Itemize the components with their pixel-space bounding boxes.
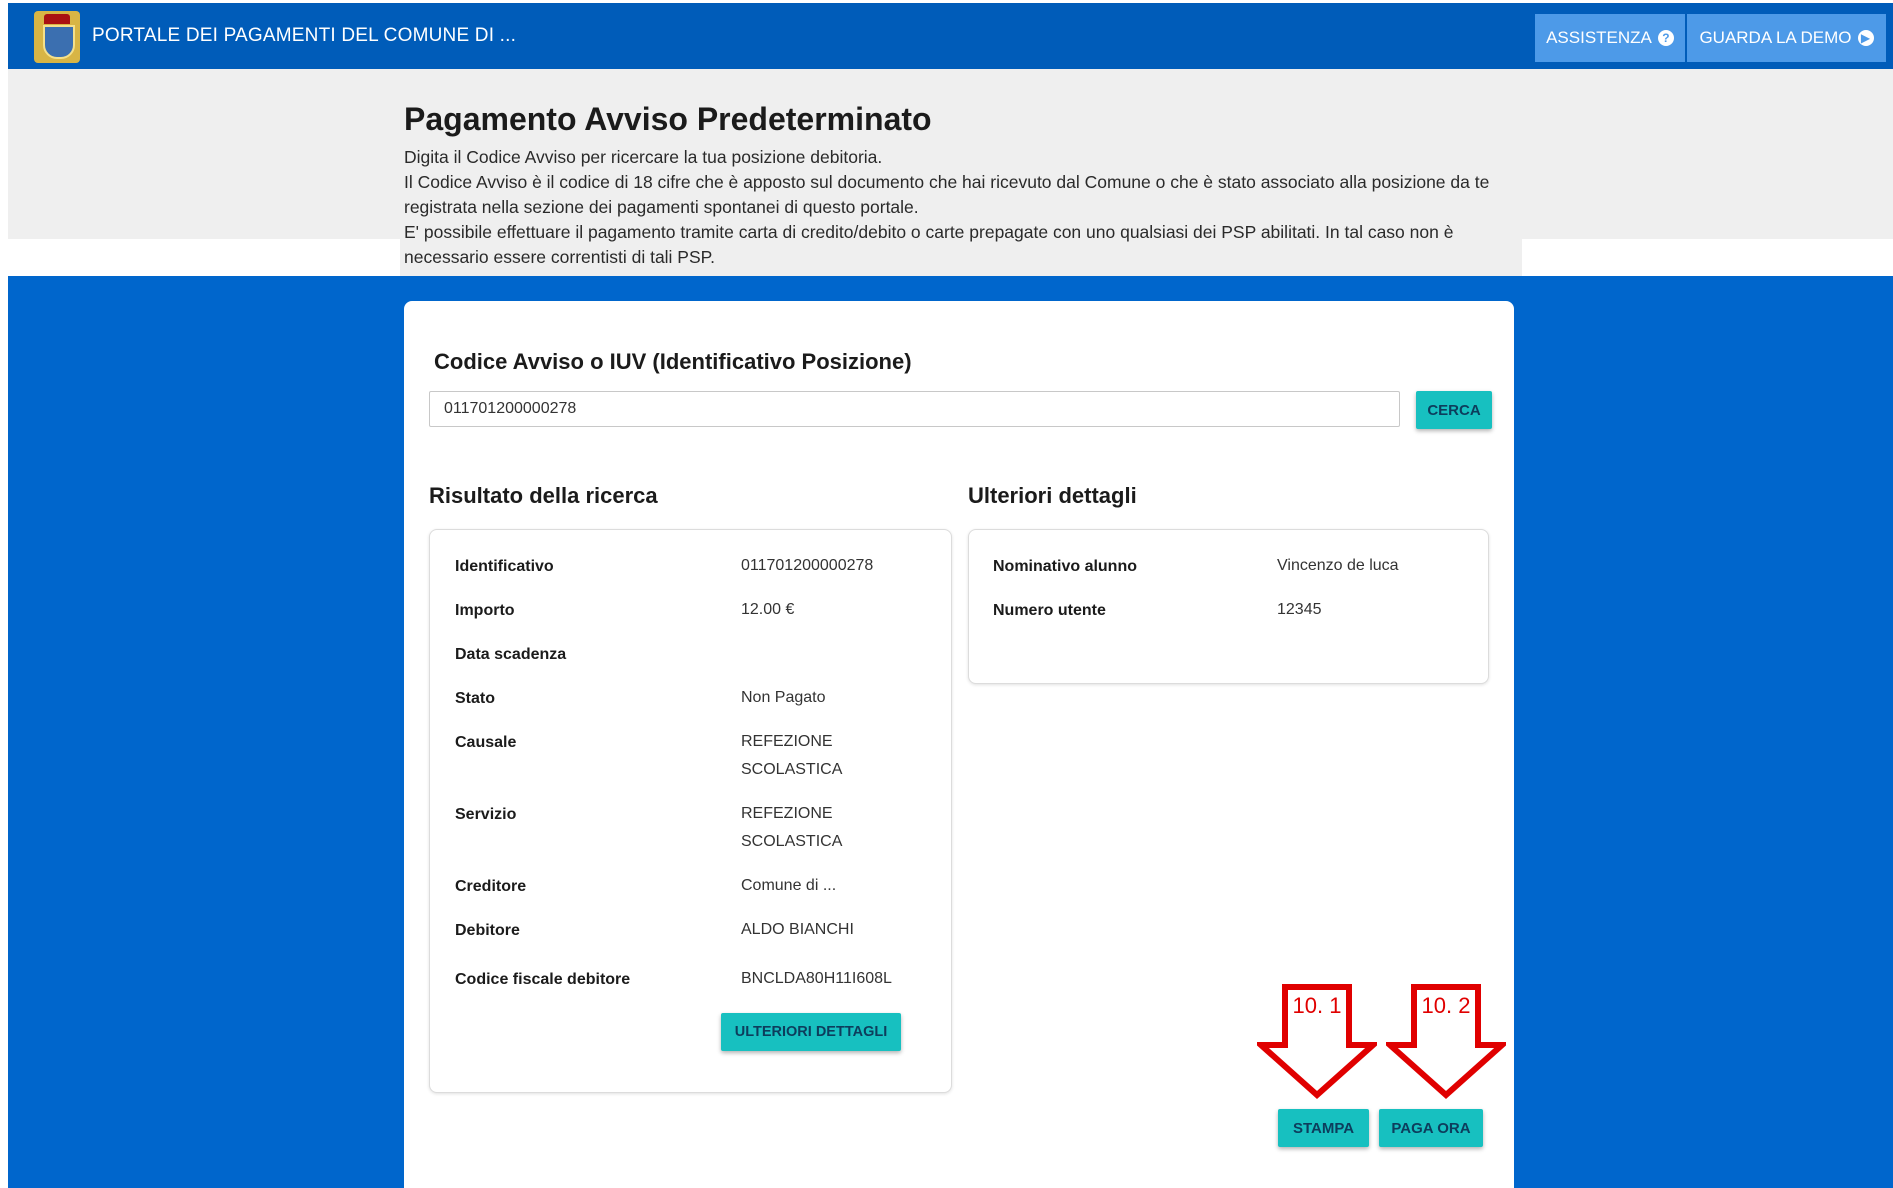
- result-value: REFEZIONE SCOLASTICA: [741, 805, 843, 850]
- municipality-logo-icon[interactable]: [34, 11, 80, 63]
- result-key: Servizio: [455, 806, 517, 823]
- result-key: Identificativo: [455, 558, 554, 575]
- codice-avviso-input[interactable]: [429, 391, 1400, 427]
- details-box: Nominativo alunno Vincenzo de luca Numer…: [968, 529, 1489, 684]
- result-key: Importo: [455, 602, 515, 619]
- demo-label: GUARDA LA DEMO: [1699, 28, 1852, 47]
- ulteriori-dettagli-button[interactable]: ULTERIORI DETTAGLI: [721, 1013, 901, 1051]
- result-key: Creditore: [455, 878, 527, 895]
- intro-background-left: [8, 239, 400, 276]
- codice-avviso-label: Codice Avviso o IUV (Identificativo Posi…: [434, 349, 912, 374]
- payment-card: Codice Avviso o IUV (Identificativo Posi…: [404, 301, 1514, 1188]
- logo-crown: [44, 14, 70, 24]
- details-value: 12345: [1277, 601, 1322, 618]
- cerca-button[interactable]: CERCA: [1416, 391, 1492, 429]
- details-section-title: Ulteriori dettagli: [968, 483, 1137, 508]
- play-circle-icon: ▶: [1857, 30, 1874, 46]
- result-value: REFEZIONE SCOLASTICA: [741, 733, 843, 778]
- assistenza-label: ASSISTENZA: [1546, 28, 1652, 47]
- intro-background-right: [1522, 239, 1893, 276]
- annotation-label-10-2: 10. 2: [1421, 993, 1471, 1018]
- result-box: Identificativo 011701200000278 Importo 1…: [429, 529, 952, 1093]
- result-key: Debitore: [455, 922, 520, 939]
- result-key: Data scadenza: [455, 646, 567, 663]
- result-value: 12.00 €: [741, 601, 795, 618]
- intro-line: Il Codice Avviso è il codice di 18 cifre…: [404, 172, 1490, 217]
- annotation-label-10-1: 10. 1: [1292, 993, 1342, 1018]
- page-title: Pagamento Avviso Predeterminato: [404, 101, 932, 137]
- result-value: BNCLDA80H11I608L: [741, 970, 892, 987]
- details-value: Vincenzo de luca: [1277, 557, 1399, 574]
- result-key: Stato: [455, 690, 495, 707]
- stampa-button[interactable]: STAMPA: [1278, 1109, 1369, 1147]
- result-value: Non Pagato: [741, 689, 826, 706]
- intro-description: Digita il Codice Avviso per ricercare la…: [404, 145, 1524, 270]
- intro-line: E' possibile effettuare il pagamento tra…: [404, 222, 1454, 267]
- assistenza-button[interactable]: ASSISTENZA ?: [1535, 14, 1685, 62]
- guarda-la-demo-button[interactable]: GUARDA LA DEMO ▶: [1687, 14, 1886, 62]
- result-key: Codice fiscale debitore: [455, 971, 631, 988]
- intro-line: Digita il Codice Avviso per ricercare la…: [404, 147, 883, 167]
- paga-ora-button[interactable]: PAGA ORA: [1379, 1109, 1483, 1147]
- result-key: Causale: [455, 734, 517, 751]
- result-value: Comune di ...: [741, 877, 837, 894]
- result-value: ALDO BIANCHI: [741, 921, 854, 938]
- portal-title[interactable]: PORTALE DEI PAGAMENTI DEL COMUNE DI ...: [92, 25, 516, 47]
- top-navigation-bar: PORTALE DEI PAGAMENTI DEL COMUNE DI ... …: [8, 3, 1893, 69]
- details-key: Numero utente: [993, 602, 1106, 619]
- result-section-title: Risultato della ricerca: [429, 483, 658, 508]
- logo-shield: [43, 25, 75, 59]
- result-value: 011701200000278: [741, 557, 874, 574]
- details-key: Nominativo alunno: [993, 558, 1137, 575]
- help-icon: ?: [1657, 30, 1674, 46]
